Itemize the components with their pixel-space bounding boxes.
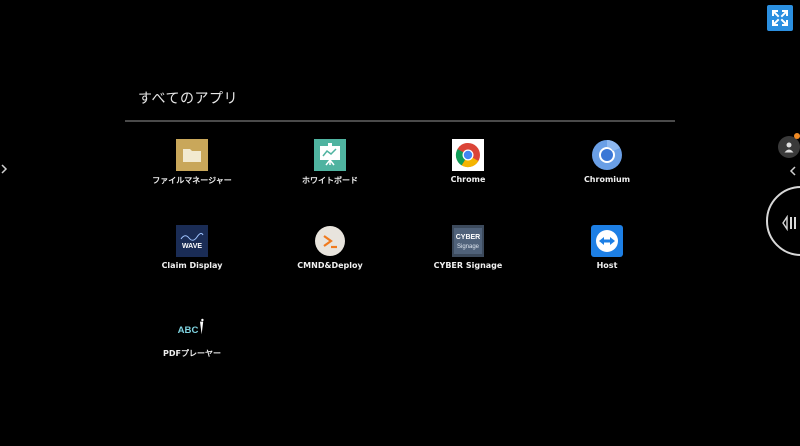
cyber-signage-icon: CYBER Signage bbox=[452, 225, 484, 257]
side-toolbar-handle[interactable] bbox=[766, 186, 800, 256]
claim-display-icon: WAVE bbox=[176, 225, 208, 257]
app-whiteboard[interactable]: ホワイトボード bbox=[260, 139, 400, 186]
app-chrome[interactable]: Chrome bbox=[398, 139, 538, 184]
svg-text:WAVE: WAVE bbox=[182, 243, 202, 250]
svg-text:Signage: Signage bbox=[457, 244, 480, 250]
app-label: PDFプレーヤー bbox=[163, 349, 221, 358]
app-label: Claim Display bbox=[161, 261, 223, 270]
right-panel-arrow[interactable] bbox=[789, 165, 797, 180]
app-label: CMND&Deploy bbox=[297, 261, 363, 270]
app-pdf-player[interactable]: ABC PDFプレーヤー bbox=[122, 312, 262, 359]
folder-icon bbox=[176, 139, 208, 171]
app-label: Chromium bbox=[583, 175, 631, 184]
expand-icon bbox=[772, 10, 788, 26]
app-host[interactable]: Host bbox=[537, 225, 677, 270]
chevron-left-icon bbox=[789, 166, 796, 176]
left-panel-arrow[interactable] bbox=[0, 163, 8, 179]
app-label: ファイルマネージャー bbox=[152, 176, 232, 185]
pdf-player-icon: ABC bbox=[176, 312, 208, 344]
user-icon bbox=[784, 142, 794, 153]
app-label: Chrome bbox=[450, 175, 486, 184]
app-cmnd-deploy[interactable]: CMND&Deploy bbox=[260, 225, 400, 270]
section-divider bbox=[125, 120, 675, 122]
whiteboard-icon bbox=[314, 139, 346, 171]
notification-dot bbox=[794, 133, 800, 139]
section-title: すべてのアプリ bbox=[138, 91, 238, 107]
chevron-right-icon bbox=[1, 164, 8, 174]
host-icon bbox=[591, 225, 623, 257]
toolbar-toggle-icon bbox=[782, 215, 796, 231]
cmnd-deploy-icon bbox=[314, 225, 346, 257]
app-label: ホワイトボード bbox=[302, 176, 358, 185]
fullscreen-button[interactable] bbox=[767, 5, 793, 31]
app-file-manager[interactable]: ファイルマネージャー bbox=[122, 139, 262, 186]
app-drawer-screen: すべてのアプリ ファイルマネージャー ホワイトボード Chrome Chromi… bbox=[0, 0, 800, 446]
app-label: Host bbox=[596, 261, 618, 270]
svg-text:ABC: ABC bbox=[178, 325, 199, 336]
chromium-icon bbox=[591, 139, 623, 171]
app-claim-display[interactable]: WAVE Claim Display bbox=[122, 225, 262, 270]
app-label: CYBER Signage bbox=[433, 261, 503, 270]
app-chromium[interactable]: Chromium bbox=[537, 139, 677, 184]
app-cyber-signage[interactable]: CYBER Signage CYBER Signage bbox=[398, 225, 538, 270]
user-button[interactable] bbox=[778, 136, 800, 158]
svg-text:CYBER: CYBER bbox=[456, 234, 481, 241]
chrome-icon bbox=[452, 139, 484, 171]
